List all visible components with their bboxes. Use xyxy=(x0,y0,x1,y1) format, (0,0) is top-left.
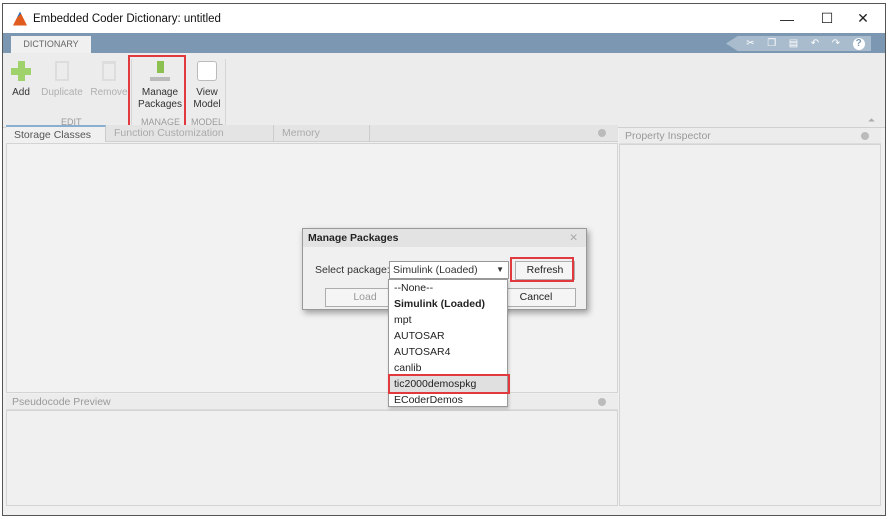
tab-strip: Storage Classes Function Customization T… xyxy=(6,125,618,156)
copy-icon[interactable]: ❐ xyxy=(767,38,776,49)
option-autosar[interactable]: AUTOSAR xyxy=(389,328,507,344)
tab-function-customization-templates[interactable]: Function Customization Templates xyxy=(106,125,274,156)
ribbon-tab-bar: DICTIONARY ✂ ❐ ▤ ↶ ↷? xyxy=(3,33,885,53)
highlight-manage-packages xyxy=(128,55,186,128)
title-bar: Embedded Coder Dictionary: untitled — ☐ … xyxy=(3,4,885,33)
pseudocode-options-icon[interactable] xyxy=(598,398,606,406)
remove-button[interactable]: Remove xyxy=(89,61,129,99)
option-none[interactable]: --None-- xyxy=(389,280,507,296)
remove-label: Remove xyxy=(90,87,128,98)
tab-storage-classes[interactable]: Storage Classes xyxy=(6,125,106,142)
option-autosar4[interactable]: AUTOSAR4 xyxy=(389,344,507,360)
tab-memory-sections[interactable]: Memory Sections xyxy=(274,125,370,156)
option-simulink[interactable]: Simulink (Loaded) xyxy=(389,296,507,312)
add-button[interactable]: Add xyxy=(9,61,33,99)
model-icon xyxy=(197,61,217,81)
property-inspector-pane xyxy=(619,144,881,506)
selected-value: Simulink (Loaded) xyxy=(393,264,478,276)
view-label: View xyxy=(196,87,218,98)
maximize-button[interactable]: ☐ xyxy=(809,4,845,33)
add-label: Add xyxy=(12,87,30,98)
redo-icon[interactable]: ↷ xyxy=(832,38,840,49)
undo-icon[interactable]: ↶ xyxy=(811,38,819,49)
model-label: Model xyxy=(193,99,221,110)
plus-icon xyxy=(11,61,31,81)
matlab-logo-icon xyxy=(13,11,27,26)
paste-icon[interactable]: ▤ xyxy=(789,38,798,49)
highlight-refresh xyxy=(510,257,574,282)
help-icon[interactable]: ? xyxy=(852,37,865,50)
view-model-button[interactable]: View Model xyxy=(191,61,223,111)
minimize-button[interactable]: — xyxy=(769,4,805,33)
dialog-title-text: Manage Packages xyxy=(308,232,399,244)
pseudocode-title: Pseudocode Preview xyxy=(12,396,111,408)
pseudocode-header: Pseudocode Preview xyxy=(6,394,618,410)
option-ecoderdemos[interactable]: ECoderDemos xyxy=(389,392,507,408)
package-select[interactable]: Simulink (Loaded) ▼ xyxy=(389,261,509,279)
chevron-down-icon: ▼ xyxy=(496,265,504,274)
dialog-close-icon[interactable]: ✕ xyxy=(569,229,578,247)
select-package-label: Select package: xyxy=(315,264,390,276)
close-button[interactable]: ✕ xyxy=(845,4,881,33)
tab-dictionary[interactable]: DICTIONARY xyxy=(11,36,91,53)
collapse-ribbon-icon[interactable]: ⏶ xyxy=(868,115,875,126)
property-options-icon[interactable] xyxy=(861,132,869,140)
duplicate-label: Duplicate xyxy=(41,87,83,98)
property-inspector-title: Property Inspector xyxy=(625,130,711,142)
cut-icon[interactable]: ✂ xyxy=(746,38,754,49)
duplicate-icon xyxy=(55,61,69,81)
dialog-title: Manage Packages ✕ xyxy=(303,229,586,247)
trash-icon xyxy=(102,61,116,81)
property-inspector-header: Property Inspector xyxy=(619,128,881,144)
pseudocode-pane xyxy=(6,410,618,506)
pane-options-icon[interactable] xyxy=(598,129,606,137)
duplicate-button[interactable]: Duplicate xyxy=(39,61,85,99)
quick-access-toolbar: ✂ ❐ ▤ ↶ ↷? xyxy=(726,36,871,51)
option-mpt[interactable]: mpt xyxy=(389,312,507,328)
highlight-tic2000demospkg xyxy=(388,374,510,394)
window-title: Embedded Coder Dictionary: untitled xyxy=(33,12,221,25)
cancel-button[interactable]: Cancel xyxy=(496,288,576,307)
